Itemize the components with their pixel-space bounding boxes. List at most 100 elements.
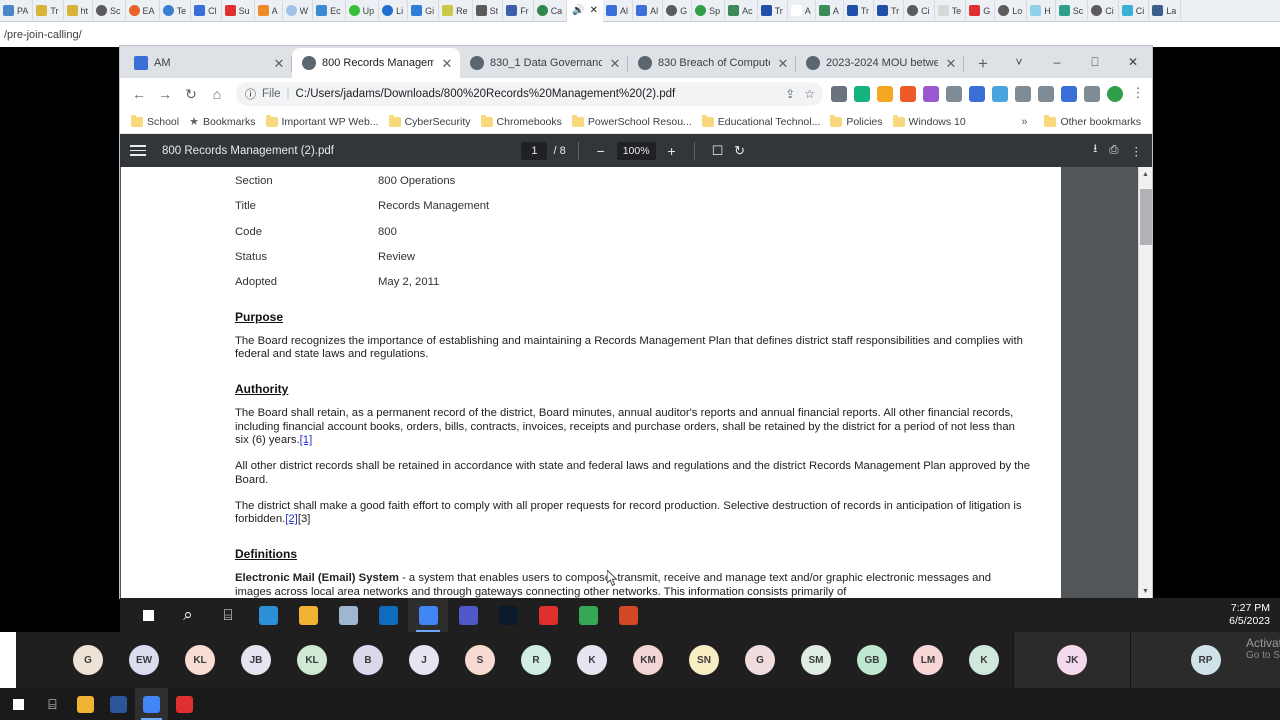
background-tab-right-5[interactable]: Tr xyxy=(758,0,788,22)
pdf-page-area[interactable]: Section 800 Operations Title Records Manage… xyxy=(120,167,1152,598)
background-tab-right-3[interactable]: Sp xyxy=(692,0,726,22)
bookmark-item-2[interactable]: Important WP Web... xyxy=(261,114,384,130)
zoom-in-button[interactable]: + xyxy=(662,143,682,159)
bookmark-item-3[interactable]: CyberSecurity xyxy=(384,114,476,130)
scroll-down-icon[interactable]: ▼ xyxy=(1139,584,1152,598)
background-tab-right-8[interactable]: Tr xyxy=(844,0,874,22)
scroll-up-icon[interactable]: ▲ xyxy=(1139,167,1152,181)
background-tab-left-17[interactable]: Ca xyxy=(534,0,568,22)
background-tab-left-14[interactable]: Re xyxy=(439,0,473,22)
start-button[interactable] xyxy=(0,688,36,720)
screencast-icon[interactable] xyxy=(1038,86,1054,102)
search-icon[interactable]: ⌕ xyxy=(168,598,208,632)
background-tab-right-18[interactable]: La xyxy=(1149,0,1182,22)
extension-puzzle-icon[interactable] xyxy=(831,86,847,102)
browser-tab-3[interactable]: 830 Breach of Computeri ✕ xyxy=(628,48,796,78)
onedrive-icon[interactable] xyxy=(328,598,368,632)
chrome-icon[interactable] xyxy=(135,688,168,720)
reading-icon[interactable] xyxy=(923,86,939,102)
forward-arrow-icon[interactable]: → xyxy=(152,81,178,107)
address-bar[interactable]: ⓘ File | C:/Users/jadams/Downloads/800%2… xyxy=(236,82,823,106)
participant-avatar[interactable]: SM xyxy=(801,645,831,675)
background-tab-left-16[interactable]: Fr xyxy=(503,0,534,22)
participant-avatar[interactable]: KL xyxy=(297,645,327,675)
background-tab-right-4[interactable]: Ac xyxy=(725,0,758,22)
background-tab-left-11[interactable]: Up xyxy=(346,0,380,22)
background-tab-right-2[interactable]: G xyxy=(663,0,693,22)
download-icon[interactable] xyxy=(1061,86,1077,102)
bookmark-item-4[interactable]: Chromebooks xyxy=(476,114,567,130)
zoom-out-button[interactable]: − xyxy=(591,143,611,159)
background-tab-right-9[interactable]: Tr xyxy=(874,0,905,22)
minimize-button[interactable]: – xyxy=(1038,48,1076,76)
back-arrow-icon[interactable]: ← xyxy=(126,81,152,107)
background-tab-right-10[interactable]: Ci xyxy=(904,0,935,22)
chrome-icon-2[interactable] xyxy=(568,598,608,632)
browser-tab-4[interactable]: 2023-2024 MOU between ✕ xyxy=(796,48,964,78)
footnote-ref-2[interactable]: [2] xyxy=(285,513,298,525)
background-tab-left-15[interactable]: St xyxy=(473,0,504,22)
participant-avatar[interactable]: K xyxy=(577,645,607,675)
teams-icon[interactable] xyxy=(448,598,488,632)
close-icon[interactable]: ✕ xyxy=(440,57,454,70)
kami-icon[interactable] xyxy=(900,86,916,102)
hamburger-menu-icon[interactable] xyxy=(130,145,152,156)
screen-icon[interactable] xyxy=(992,86,1008,102)
share-icon[interactable]: ⇪ xyxy=(785,87,795,101)
chrome-menu-icon[interactable]: ⋮ xyxy=(1130,86,1146,102)
info-circle-icon[interactable]: ⓘ xyxy=(245,86,256,102)
chevron-double-right-icon[interactable]: » xyxy=(1021,116,1027,128)
fit-page-icon[interactable]: ☐ xyxy=(707,143,729,159)
other-bookmarks-folder[interactable]: Other bookmarks xyxy=(1039,114,1146,130)
background-tab-right-6[interactable]: A xyxy=(788,0,816,22)
more-vertical-icon[interactable]: ⋮ xyxy=(1131,144,1143,158)
new-tab-button[interactable]: + xyxy=(970,54,996,74)
background-tab-left-9[interactable]: W xyxy=(283,0,314,22)
participant-avatar[interactable]: G xyxy=(73,645,103,675)
background-tab-left-4[interactable]: EA xyxy=(126,0,160,22)
record-icon[interactable] xyxy=(168,688,201,720)
background-tab-left-1[interactable]: Tr xyxy=(33,0,64,22)
participant-avatar[interactable]: JB xyxy=(241,645,271,675)
background-tab-left-5[interactable]: Te xyxy=(160,0,192,22)
background-tab-left-0[interactable]: PA xyxy=(0,0,34,22)
adobe-acrobat-icon[interactable] xyxy=(528,598,568,632)
background-tab-left-3[interactable]: Sc xyxy=(93,0,126,22)
list-icon[interactable] xyxy=(946,86,962,102)
participant-avatar[interactable]: B xyxy=(353,645,383,675)
home-icon[interactable]: ⌂ xyxy=(204,81,230,107)
close-icon[interactable]: ✕ xyxy=(608,57,622,70)
page-number-input[interactable]: 1 xyxy=(521,141,548,160)
participant-avatar[interactable]: GB xyxy=(857,645,887,675)
bookmark-item-8[interactable]: Windows 10 xyxy=(888,114,971,130)
mute-icon[interactable]: 🔊 xyxy=(572,5,584,16)
star-icon[interactable]: ☆ xyxy=(804,87,815,101)
outlook-icon[interactable] xyxy=(368,598,408,632)
background-tab-left-13[interactable]: Gi xyxy=(408,0,440,22)
participant-avatar[interactable]: KM xyxy=(633,645,663,675)
task-view-icon[interactable]: ⌸ xyxy=(208,598,248,632)
close-button[interactable]: ✕ xyxy=(1114,48,1152,76)
edge-icon[interactable] xyxy=(248,598,288,632)
browser-tab-2[interactable]: 830_1 Data Governance ✕ xyxy=(460,48,628,78)
shield-icon[interactable] xyxy=(969,86,985,102)
participant-avatar[interactable]: J xyxy=(409,645,439,675)
download-icon[interactable]: ⭳ xyxy=(1093,141,1097,160)
browser-tab-0[interactable]: AM ✕ xyxy=(124,48,292,78)
bookmark-manager-icon[interactable] xyxy=(877,86,893,102)
close-icon[interactable]: ✕ xyxy=(776,57,790,70)
tab-search-chevron-down-icon[interactable]: ˅ xyxy=(1000,48,1038,76)
grammarly-icon[interactable] xyxy=(854,86,870,102)
scrollbar-thumb[interactable] xyxy=(1140,189,1152,245)
background-tab-right-1[interactable]: Al xyxy=(633,0,664,22)
background-tab-right-12[interactable]: G xyxy=(966,0,996,22)
participant-avatar[interactable]: LM xyxy=(913,645,943,675)
background-tab-right-13[interactable]: Lo xyxy=(995,0,1028,22)
participant-avatar[interactable]: RP xyxy=(1190,645,1221,675)
puzzle-icon[interactable] xyxy=(1015,86,1031,102)
task-view-icon[interactable]: ⌸ xyxy=(36,688,69,720)
close-icon[interactable]: ✕ xyxy=(944,57,958,70)
background-tab-right-7[interactable]: A xyxy=(816,0,844,22)
print-icon[interactable]: ⎙ xyxy=(1109,144,1118,157)
file-explorer-icon[interactable] xyxy=(288,598,328,632)
